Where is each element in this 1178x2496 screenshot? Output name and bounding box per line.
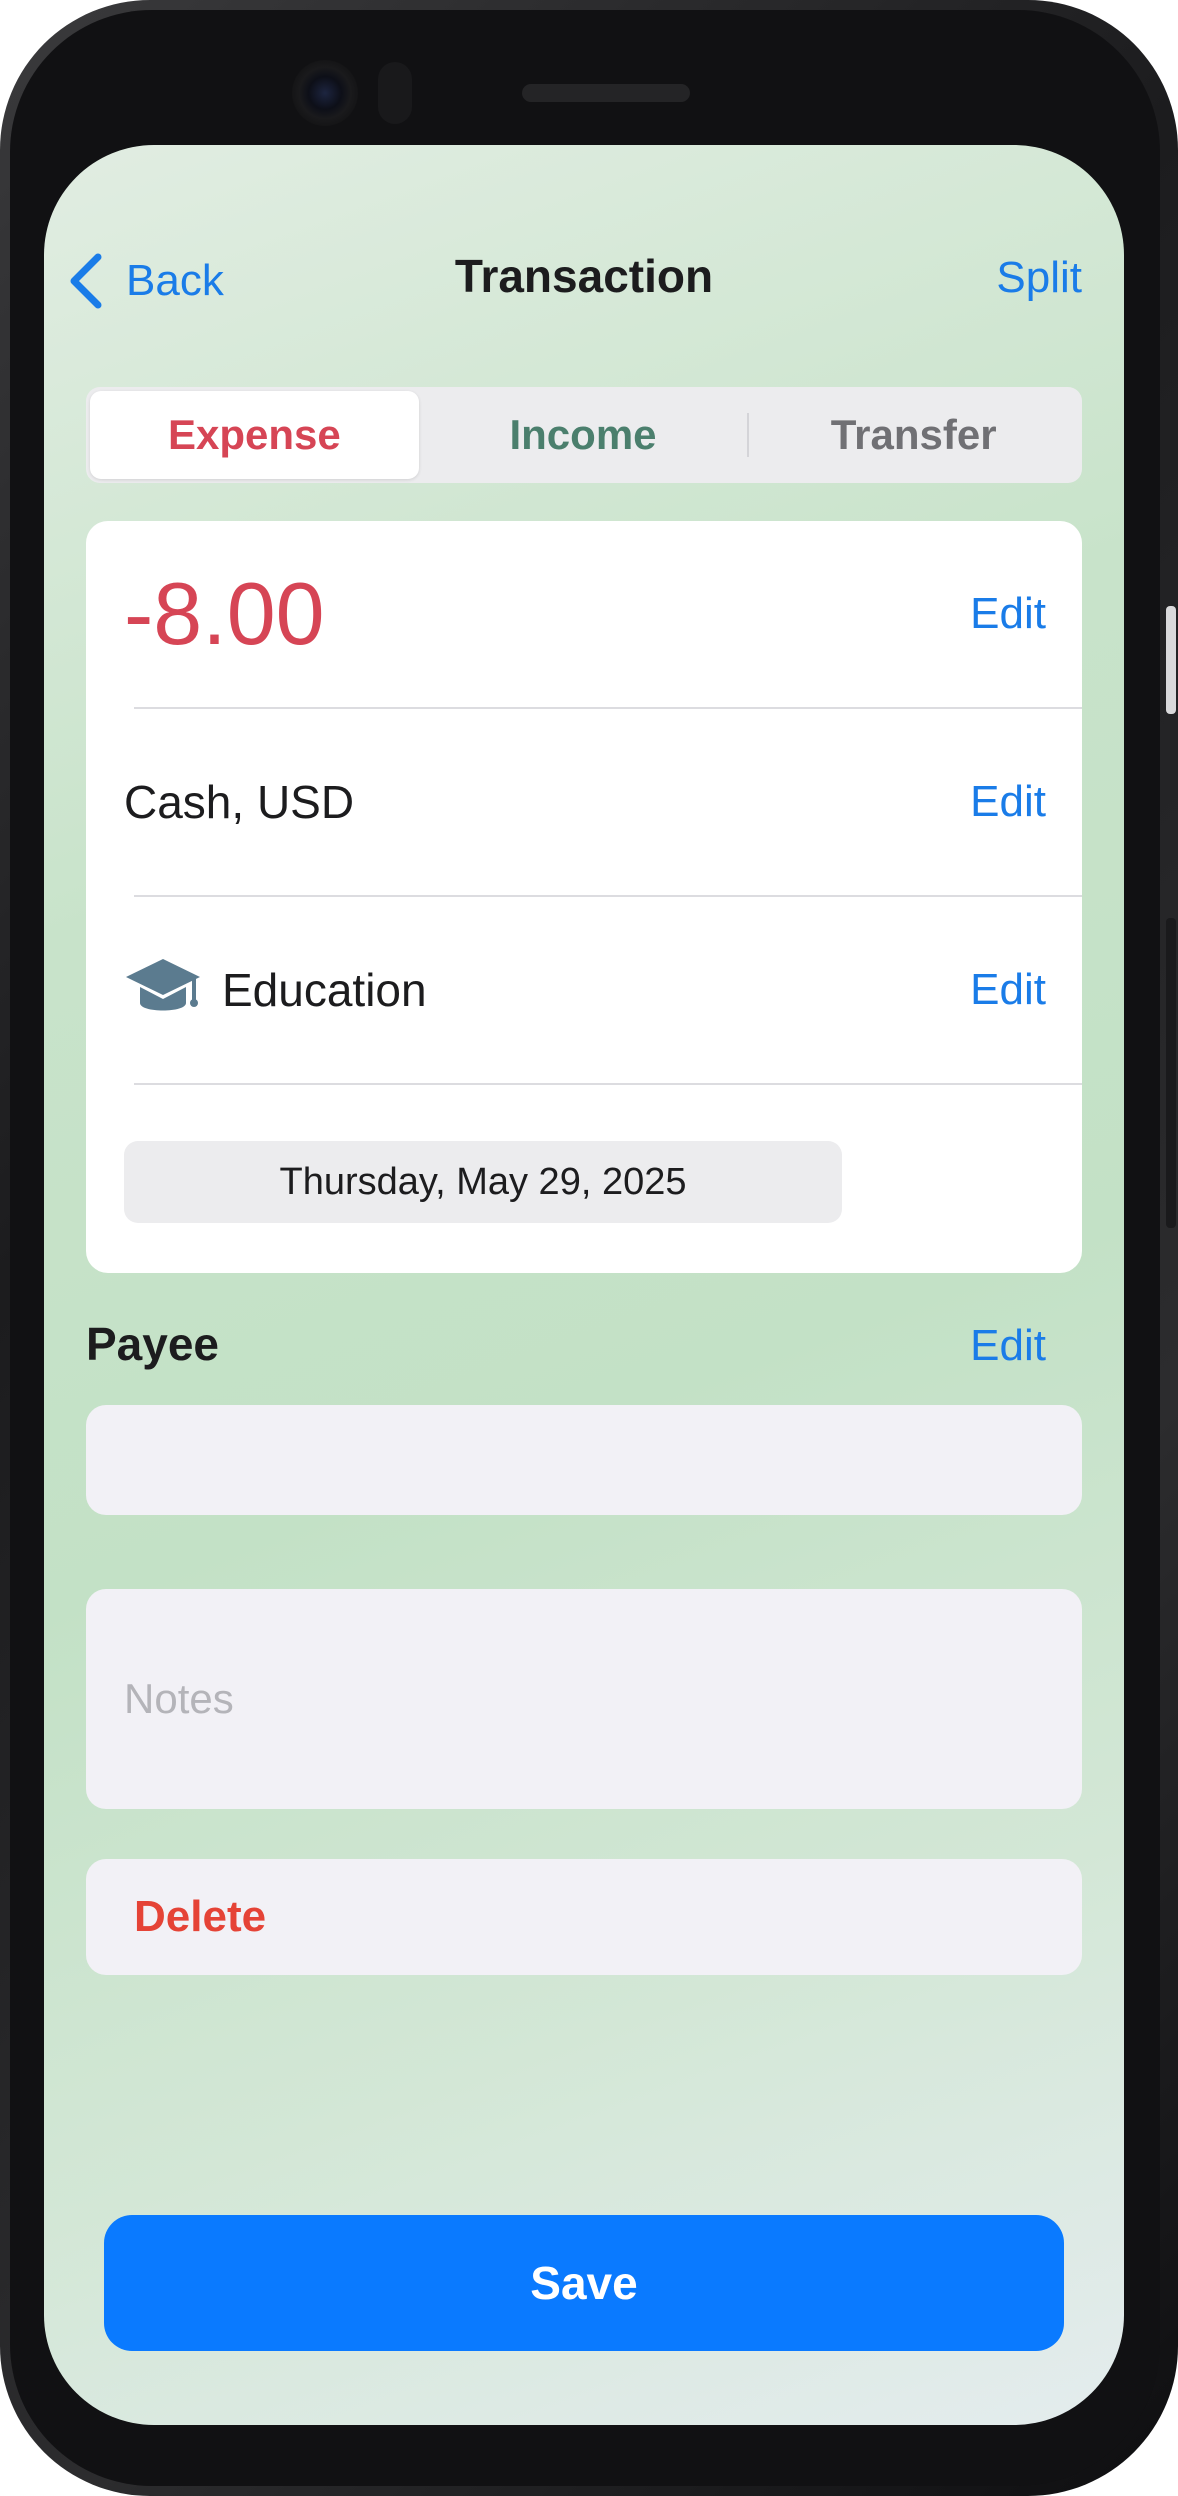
delete-button[interactable]: Delete [86, 1859, 1082, 1975]
transaction-details-card: -8.00 Edit Cash, USD Edit Education Edit [86, 521, 1082, 1273]
app-screen: Back Transaction Split Expense Income Tr… [44, 145, 1124, 2425]
category-row: Education Edit [86, 897, 1082, 1083]
phone-frame: Back Transaction Split Expense Income Tr… [0, 0, 1178, 2496]
save-button[interactable]: Save [104, 2215, 1064, 2351]
graduation-cap-icon [126, 959, 200, 1011]
proximity-sensor [378, 62, 412, 124]
segment-transfer[interactable]: Transfer [749, 391, 1078, 479]
amount-value: -8.00 [124, 564, 325, 663]
category-value: Education [222, 964, 427, 1016]
account-value: Cash, USD [124, 776, 355, 828]
date-picker-button[interactable]: Thursday, May 29, 2025 [124, 1141, 842, 1223]
side-button-lower [1166, 918, 1176, 1228]
segment-income[interactable]: Income [419, 391, 748, 479]
front-camera [292, 60, 358, 126]
edit-account-button[interactable]: Edit [970, 777, 1046, 827]
amount-row: -8.00 Edit [86, 521, 1082, 707]
edit-payee-button[interactable]: Edit [970, 1321, 1046, 1371]
segment-expense[interactable]: Expense [90, 391, 419, 479]
payee-input[interactable] [86, 1405, 1082, 1515]
edit-category-button[interactable]: Edit [970, 965, 1046, 1015]
payee-label: Payee [86, 1318, 220, 1370]
delete-label: Delete [134, 1892, 267, 1941]
chevron-left-icon [70, 253, 102, 309]
back-label: Back [126, 256, 224, 305]
earpiece-speaker [522, 84, 690, 102]
divider [134, 1083, 1082, 1085]
account-row: Cash, USD Edit [86, 709, 1082, 895]
back-button[interactable]: Back [66, 253, 224, 309]
notes-input[interactable] [86, 1589, 1082, 1809]
save-label: Save [530, 2257, 638, 2309]
edit-amount-button[interactable]: Edit [970, 589, 1046, 639]
side-button-upper [1166, 606, 1176, 714]
split-button[interactable]: Split [996, 253, 1082, 303]
transaction-type-selector: Expense Income Transfer [86, 387, 1082, 483]
